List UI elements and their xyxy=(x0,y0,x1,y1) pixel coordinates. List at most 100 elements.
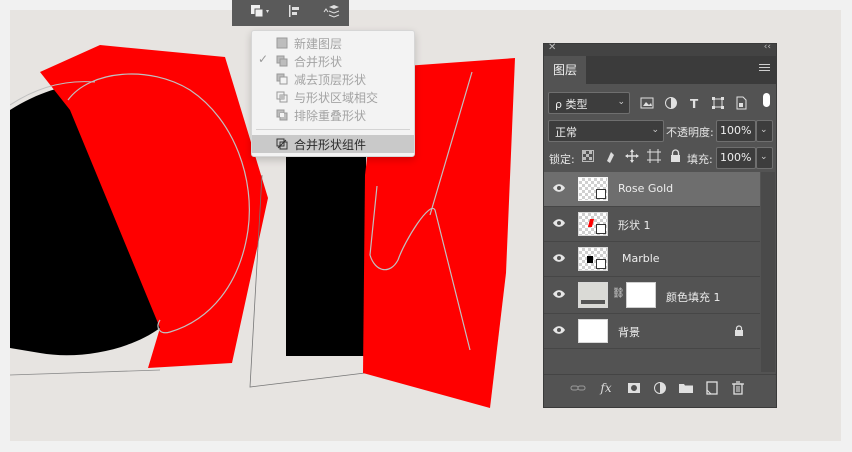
combine-shapes-op-icon xyxy=(276,55,288,67)
lock-label: 锁定: xyxy=(549,153,575,166)
path-operations-menu: 新建图层 ✓ 合并形状 减去顶层形状 与形状区域相交 排除重叠形状 合并形状组件 xyxy=(251,30,415,157)
fill-slider-glyph xyxy=(581,300,605,304)
delete-layer-icon[interactable] xyxy=(730,381,746,395)
menu-item-intersect[interactable]: 与形状区域相交 xyxy=(252,88,414,106)
layer-thumbnail xyxy=(578,319,608,343)
thumbnail-black-mark xyxy=(587,256,593,263)
new-layer-op-icon xyxy=(276,37,288,49)
fill-color-thumbnail xyxy=(578,282,608,308)
layer-name: 形状 1 xyxy=(618,219,651,232)
fx-icon[interactable]: fx xyxy=(598,381,614,395)
layer-row-marble[interactable]: Marble xyxy=(544,242,760,277)
lock-all-icon[interactable] xyxy=(670,149,681,163)
close-icon[interactable]: ✕ xyxy=(548,42,556,53)
thumbnail-red-mark xyxy=(587,219,595,227)
layer-row-background[interactable]: 背景 xyxy=(544,314,760,349)
merge-components-icon xyxy=(276,138,288,150)
path-arrangement-button[interactable] xyxy=(318,0,344,22)
path-operations-button[interactable]: ▾ xyxy=(246,0,272,22)
checkmark-icon: ✓ xyxy=(258,52,269,66)
visibility-eye-icon[interactable] xyxy=(552,218,566,228)
shape-layer-badge-icon xyxy=(596,259,606,269)
layers-panel-footer: fx xyxy=(544,374,776,401)
layer-name: Rose Gold xyxy=(618,182,674,195)
new-layer-icon[interactable] xyxy=(704,381,720,395)
menu-item-new-layer[interactable]: 新建图层 xyxy=(252,34,414,52)
menu-item-label: 合并形状 xyxy=(294,55,343,69)
shape-layer-badge-icon xyxy=(596,224,606,234)
intersect-shapes-icon xyxy=(276,91,288,103)
layer-row-color-fill-1[interactable]: ⛓ 颜色填充 1 xyxy=(544,277,760,314)
opacity-dropdown-button[interactable]: ⌄ xyxy=(756,120,773,142)
panel-menu-icon[interactable] xyxy=(759,64,770,74)
lock-pixels-icon[interactable] xyxy=(604,149,617,163)
layer-row-shape-1[interactable]: 形状 1 xyxy=(544,207,760,242)
new-group-icon[interactable] xyxy=(678,381,694,395)
filter-smart-object-icon[interactable] xyxy=(734,96,748,110)
subtract-front-shape-icon xyxy=(276,73,288,85)
filter-type-select[interactable]: ρ 类型 ⌄ xyxy=(548,92,630,114)
window-frame: ▾ 新建图层 ✓ 合并形状 减去顶层形状 与形状区域相交 排除重叠形状 合并形状… xyxy=(0,0,852,452)
layer-name: 背景 xyxy=(618,326,640,339)
lock-position-icon[interactable] xyxy=(625,149,639,163)
collapse-icon[interactable]: ‹‹ xyxy=(764,42,771,52)
chevron-down-icon: ⌄ xyxy=(617,97,625,107)
layers-scrollbar[interactable] xyxy=(761,172,775,372)
menu-separator xyxy=(256,129,410,130)
opacity-value: 100% xyxy=(720,124,752,137)
layer-name: 颜色填充 1 xyxy=(666,291,721,304)
fill-dropdown-button[interactable]: ⌄ xyxy=(756,147,773,169)
visibility-eye-icon[interactable] xyxy=(552,325,566,335)
menu-item-label: 新建图层 xyxy=(294,37,343,51)
lock-artboard-icon[interactable] xyxy=(647,149,661,163)
filter-label: ρ 类型 xyxy=(555,98,588,111)
exclude-overlap-icon xyxy=(276,109,288,121)
layer-lock-icon xyxy=(735,325,743,336)
filter-shape-icon[interactable] xyxy=(711,96,725,110)
link-layers-icon[interactable] xyxy=(570,381,586,395)
blend-mode-value: 正常 xyxy=(555,126,577,139)
filter-type-icon[interactable]: T xyxy=(688,96,702,110)
chevron-down-icon: ⌄ xyxy=(760,152,768,162)
visibility-eye-icon[interactable] xyxy=(552,183,566,193)
align-left-icon xyxy=(289,5,299,17)
lock-transparent-icon[interactable] xyxy=(582,150,594,162)
layers-panel: ✕ ‹‹ 图层 ρ 类型 ⌄ T 正常 ⌄ 不透明度: 100% ⌄ 锁定: 填… xyxy=(543,42,777,408)
chevron-down-icon: ⌄ xyxy=(760,125,768,135)
opacity-input[interactable]: 100% xyxy=(716,120,756,142)
add-mask-icon[interactable] xyxy=(626,381,642,395)
shape-layer-badge-icon xyxy=(596,189,606,199)
fill-input[interactable]: 100% xyxy=(716,147,756,169)
menu-item-exclude-overlap[interactable]: 排除重叠形状 xyxy=(252,106,414,124)
menu-item-label: 排除重叠形状 xyxy=(294,109,367,123)
blend-mode-select[interactable]: 正常 ⌄ xyxy=(548,120,664,142)
filter-adjustment-icon[interactable] xyxy=(664,96,678,110)
filter-toggle-switch[interactable] xyxy=(763,93,770,107)
panel-tab-bar: 图层 xyxy=(544,56,776,84)
layer-thumbnail xyxy=(578,177,608,201)
menu-item-merge-components[interactable]: 合并形状组件 xyxy=(252,135,414,153)
tab-layers[interactable]: 图层 xyxy=(544,56,586,84)
path-alignment-button[interactable] xyxy=(282,0,308,22)
black-column-shape xyxy=(286,148,366,356)
adjustment-layer-icon[interactable] xyxy=(652,381,668,395)
menu-item-label: 与形状区域相交 xyxy=(294,91,379,105)
layer-thumbnail xyxy=(578,212,608,236)
visibility-eye-icon[interactable] xyxy=(552,289,566,299)
path-options-toolbar: ▾ xyxy=(232,0,349,26)
layers-list: Rose Gold 形状 1 Marble ⛓ 颜色填充 1 背景 xyxy=(544,172,776,372)
visibility-eye-icon[interactable] xyxy=(552,253,566,263)
layer-thumbnail xyxy=(578,247,608,271)
filter-pixel-icon[interactable] xyxy=(640,96,654,110)
menu-item-combine-shapes[interactable]: ✓ 合并形状 xyxy=(252,52,414,70)
mask-link-icon[interactable]: ⛓ xyxy=(612,288,625,299)
panel-header-strip: ✕ ‹‹ xyxy=(544,42,776,56)
menu-item-label: 减去顶层形状 xyxy=(294,73,367,87)
svg-text:T: T xyxy=(690,97,699,110)
layer-name: Marble xyxy=(622,252,660,265)
menu-item-subtract-front[interactable]: 减去顶层形状 xyxy=(252,70,414,88)
opacity-label: 不透明度: xyxy=(666,126,714,139)
fill-value: 100% xyxy=(720,151,752,164)
layer-row-rose-gold[interactable]: Rose Gold xyxy=(544,172,760,207)
layer-mask-thumbnail[interactable] xyxy=(626,282,656,308)
